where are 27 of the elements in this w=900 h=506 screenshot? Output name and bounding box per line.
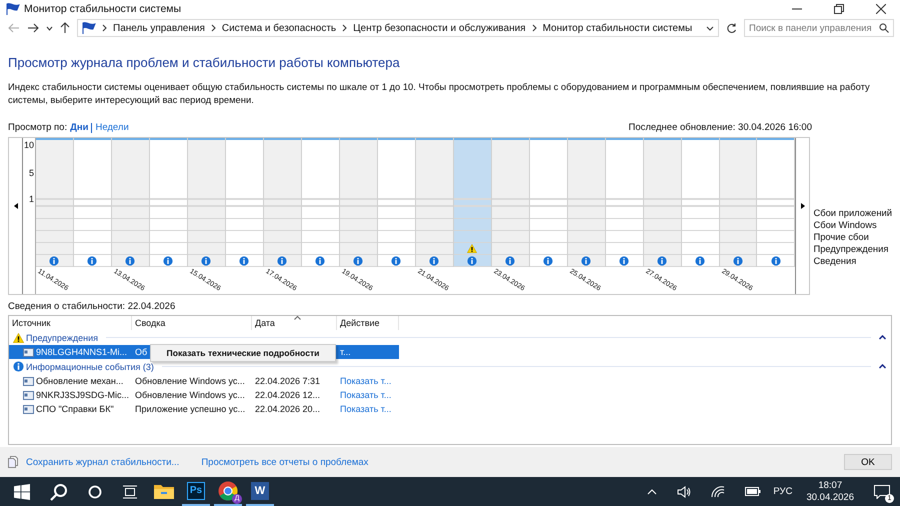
description-text: Индекс стабильности системы оценивает общую стабильность системы по шкале от 1 до 10. Чтобы просмотреть проблемы с оборудованием и программным обеспечением, повлиявшие на работу системы, выберите интересующий вас период времени.	[8, 80, 871, 106]
summary-cell: Приложение успешно ус...	[135, 404, 246, 414]
summary-cell: Обновление Windows ус...	[135, 376, 245, 386]
last-update-text: Последнее обновление: 30.04.2026 16:00	[628, 122, 812, 133]
page-heading: Просмотр журнала проблем и стабильности работы компьютера	[8, 55, 401, 70]
legend-label: Прочие сбои	[813, 231, 870, 243]
date-cell: 22.04.2026 12...	[255, 390, 320, 400]
date-cell: 22.04.2026 7:31	[255, 376, 320, 386]
source-cell: 9NKRJ3SJ9SDG-Mic...	[36, 390, 130, 400]
source-cell: 9N8LGGH4NNS1-Mi...	[36, 347, 128, 357]
source-cell: Обновление механ...	[36, 376, 124, 386]
axis-tick-label: 10	[24, 140, 34, 150]
legend-label: Сведения	[813, 255, 858, 267]
view-by-label: Просмотр по:	[8, 122, 68, 133]
date-cell: 22.04.2026 20...	[255, 404, 320, 414]
word-logo: W	[251, 482, 269, 500]
summary-cell: Обновление Windows ус...	[135, 390, 245, 400]
details-title: Сведения о стабильности: 22.04.2026	[8, 301, 176, 312]
legend-label: Предупреждения	[813, 243, 890, 255]
axis-tick-label: 5	[28, 168, 34, 178]
window-title: Монитор стабильности системы	[24, 3, 182, 15]
photoshop-logo: Ps	[187, 482, 205, 500]
legend-label: Сбои Windows	[813, 219, 878, 231]
legend-label: Сбои приложений	[813, 207, 892, 219]
source-cell: СПО "Справки БК"	[36, 404, 114, 414]
summary-cell: Об	[135, 347, 148, 357]
axis-tick-label: 1	[28, 194, 34, 204]
